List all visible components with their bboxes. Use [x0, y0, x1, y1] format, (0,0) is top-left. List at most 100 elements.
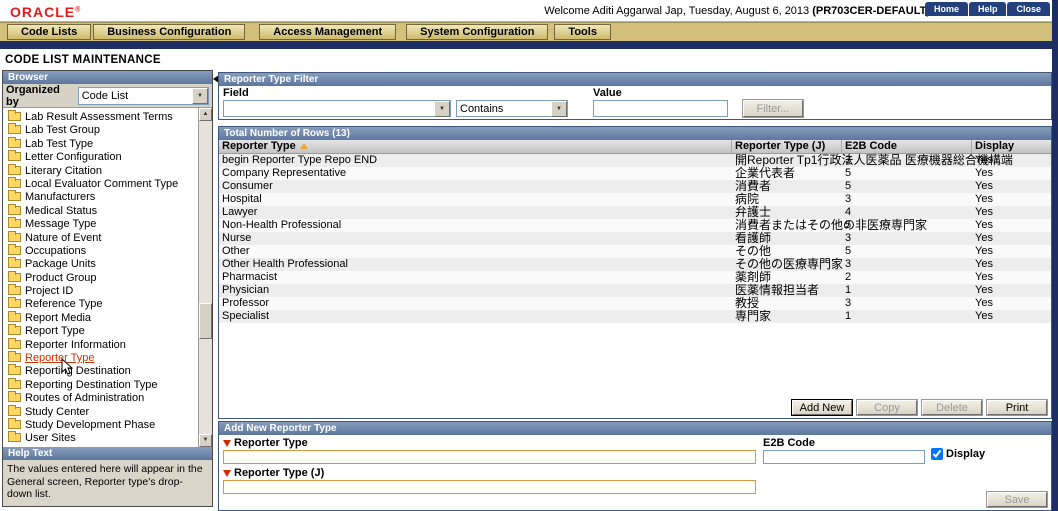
- tree-item-medical-status[interactable]: Medical Status: [3, 203, 198, 218]
- cell-reporter-type: Physician: [222, 284, 270, 296]
- tree-item-nature-of-event[interactable]: Nature of Event: [3, 230, 198, 245]
- tree-items: Lab Result Assessment Terms Lab Test Gro…: [3, 109, 198, 447]
- cell-reporter-type: Pharmacist: [222, 271, 278, 283]
- cell-reporter-type: Consumer: [222, 180, 273, 192]
- cell-reporter-type: Specialist: [222, 310, 270, 322]
- organized-by-select[interactable]: Code List ▼: [77, 86, 209, 105]
- table-row[interactable]: Pharmacist 薬剤師 2 Yes: [219, 271, 1051, 284]
- scroll-down-arrow-icon[interactable]: ▼: [199, 434, 212, 447]
- cell-display: Yes: [975, 284, 993, 296]
- menu-code-lists[interactable]: Code Lists: [7, 24, 92, 40]
- table-row[interactable]: Physician 医薬情報担当者 1 Yes: [219, 284, 1051, 297]
- cell-reporter-type: Other: [222, 245, 250, 257]
- add-form-body: Reporter Type E2B Code Display Reporter …: [219, 435, 1051, 510]
- folder-icon: [8, 163, 21, 175]
- tree-item-report-media[interactable]: Report Media: [3, 310, 198, 325]
- tree-item-message-type[interactable]: Message Type: [3, 217, 198, 231]
- tree-item-occupations[interactable]: Occupations: [3, 243, 198, 258]
- column-header-e2b-code[interactable]: E2B Code: [842, 140, 972, 153]
- table-row[interactable]: Other その他 5 Yes: [219, 245, 1051, 258]
- folder-icon: [8, 284, 21, 296]
- table-row[interactable]: Professor 教授 3 Yes: [219, 297, 1051, 310]
- cell-e2b-code: 5: [845, 180, 852, 192]
- print-button[interactable]: Print: [986, 399, 1048, 416]
- tree-item-lab-test-type[interactable]: Lab Test Type: [3, 136, 198, 151]
- table-row[interactable]: Specialist 専門家 1 Yes: [219, 310, 1051, 323]
- tree-item-study-center[interactable]: Study Center: [3, 404, 198, 419]
- tree-item-routes-of-administration[interactable]: Routes of Administration: [3, 391, 198, 405]
- folder-icon: [8, 123, 21, 135]
- tree-item-manufacturers[interactable]: Manufacturers: [3, 190, 198, 204]
- tree-item-letter-configuration[interactable]: Letter Configuration: [3, 150, 198, 164]
- tree-item-local-evaluator-comment-type[interactable]: Local Evaluator Comment Type: [3, 176, 198, 191]
- top-bar: ORACLE® Welcome Aditi Aggarwal Jap, Tues…: [0, 0, 1058, 22]
- tree-item-lab-test-group[interactable]: Lab Test Group: [3, 123, 198, 137]
- mouse-cursor-icon: [61, 357, 74, 379]
- operator-select[interactable]: Contains ▼: [456, 100, 568, 117]
- display-option: Display: [931, 448, 985, 460]
- tree-item-study-development-phase[interactable]: Study Development Phase: [3, 417, 198, 432]
- tree-item-package-units[interactable]: Package Units: [3, 257, 198, 271]
- field-select[interactable]: ▼: [223, 100, 451, 117]
- reporter-type-table-section: Total Number of Rows (13) Reporter Type …: [218, 126, 1052, 419]
- table-row[interactable]: Non-Health Professional 消費者またはその他の非医療専門家…: [219, 219, 1051, 232]
- folder-icon: [8, 217, 21, 229]
- column-header-reporter-type-j[interactable]: Reporter Type (J): [732, 140, 842, 153]
- display-checkbox[interactable]: [931, 448, 943, 460]
- menu-access-management[interactable]: Access Management: [259, 24, 397, 40]
- cell-display: Yes: [975, 154, 993, 166]
- table-row[interactable]: Consumer 消費者 5 Yes: [219, 180, 1051, 193]
- close-button[interactable]: Close: [1007, 2, 1050, 16]
- cell-reporter-type: Lawyer: [222, 206, 258, 218]
- tree-item-product-group[interactable]: Product Group: [3, 270, 198, 285]
- table-row[interactable]: Nurse 看護師 3 Yes: [219, 232, 1051, 245]
- tree-item-report-type[interactable]: Report Type: [3, 324, 198, 338]
- organized-by-row: Organized by Code List ▼: [3, 84, 212, 108]
- cell-display: Yes: [975, 219, 993, 231]
- column-header-display[interactable]: Display: [972, 140, 1051, 153]
- add-new-button[interactable]: Add New: [791, 399, 853, 416]
- dropdown-arrow-icon: ▼: [434, 100, 450, 117]
- tree-item-user-sites[interactable]: User Sites: [3, 431, 198, 445]
- folder-icon: [8, 431, 21, 443]
- cell-display: Yes: [975, 206, 993, 218]
- column-header-reporter-type[interactable]: Reporter Type: [219, 140, 732, 153]
- tree-item-reporter-type[interactable]: Reporter Type: [3, 351, 198, 375]
- browser-panel-header: Browser: [3, 71, 212, 84]
- tree-item-literary-citation[interactable]: Literary Citation: [3, 163, 198, 178]
- folder-icon: [8, 270, 21, 282]
- reporter-type-input[interactable]: [223, 450, 756, 464]
- tree-item-reporter-information[interactable]: Reporter Information: [3, 337, 198, 352]
- filter-button: Filter...: [742, 99, 804, 118]
- table-rows: begin Reporter Type Repo END 開Reporter T…: [219, 154, 1051, 323]
- cell-reporter-type: Company Representative: [222, 167, 347, 179]
- tree-item-reporting-destination-type[interactable]: Reporting Destination Type: [3, 377, 198, 392]
- filter-value-input[interactable]: [593, 100, 728, 117]
- tree-item-reporting-destination[interactable]: Reporting Destination: [3, 364, 198, 378]
- tree-item-reference-type[interactable]: Reference Type: [3, 297, 198, 311]
- home-button[interactable]: Home: [924, 2, 968, 16]
- tree-item-project-id[interactable]: Project ID: [3, 284, 198, 298]
- value-label: Value: [593, 87, 622, 99]
- cell-e2b-code: 3: [845, 297, 852, 309]
- folder-icon: [8, 351, 21, 363]
- table-row[interactable]: Other Health Professional その他の医療専門家 3 Ye…: [219, 258, 1051, 271]
- tree-item-lab-result-assessment-terms[interactable]: Lab Result Assessment Terms: [3, 110, 198, 124]
- table-row[interactable]: Company Representative 企業代表者 5 Yes: [219, 167, 1051, 180]
- cell-e2b-code: 5: [845, 245, 852, 257]
- table-row[interactable]: begin Reporter Type Repo END 開Reporter T…: [219, 154, 1051, 167]
- table-row[interactable]: Hospital 病院 3 Yes: [219, 193, 1051, 206]
- reporter-type-j-input[interactable]: [223, 480, 756, 494]
- folder-icon: [8, 110, 21, 121]
- menu-system-configuration[interactable]: System Configuration: [406, 24, 549, 40]
- menu-business-configuration[interactable]: Business Configuration: [93, 24, 246, 40]
- e2b-code-input[interactable]: [763, 450, 925, 464]
- scrollbar-thumb[interactable]: [199, 303, 212, 339]
- menu-tools[interactable]: Tools: [554, 24, 611, 40]
- cell-reporter-type: Other Health Professional: [222, 258, 348, 270]
- help-button[interactable]: Help: [968, 2, 1007, 16]
- main-menu-bar: Code Lists Business Configuration Access M…: [0, 22, 1058, 41]
- cell-reporter-type-j: 専門家: [735, 309, 772, 323]
- scroll-up-arrow-icon[interactable]: ▲: [199, 108, 212, 121]
- sort-ascending-icon: [299, 143, 308, 149]
